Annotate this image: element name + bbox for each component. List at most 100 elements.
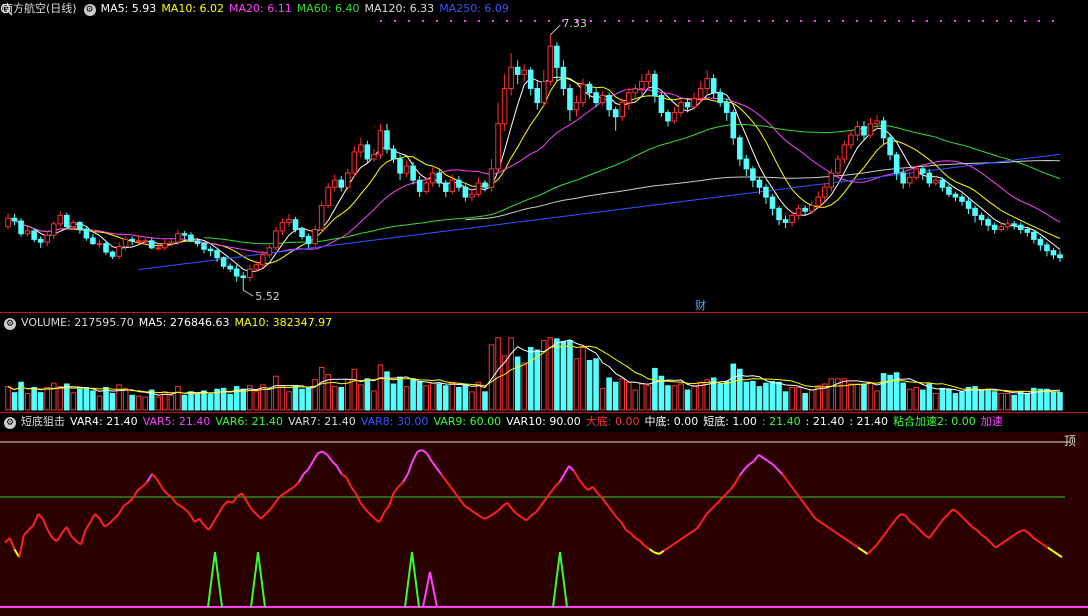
candle-body: [808, 205, 815, 212]
candle-body: [318, 205, 325, 230]
candle-body: [70, 221, 77, 228]
volume-bar: [57, 386, 64, 411]
top-dot: [884, 20, 886, 22]
volume-bar: [423, 385, 429, 411]
top-dot: [520, 20, 522, 22]
candle: [619, 98, 625, 121]
volume-bar: [5, 386, 11, 411]
candle-body: [37, 238, 44, 243]
top-dot: [688, 20, 690, 22]
volume-bar: [848, 383, 854, 411]
candle: [985, 216, 991, 231]
candle: [737, 135, 743, 167]
candle-body: [632, 88, 639, 94]
candle-body: [162, 243, 168, 249]
top-dot: [436, 20, 438, 22]
candle-body: [861, 126, 867, 136]
indicator-var-13: 粘合加速2: 0.00: [893, 415, 976, 428]
candle-body: [841, 144, 848, 160]
candle-body: [64, 214, 70, 228]
top-dot: [772, 20, 774, 22]
volume-bar: [691, 385, 697, 411]
candle: [286, 213, 292, 227]
candle: [573, 95, 580, 117]
volume-bar: [70, 392, 77, 411]
candle: [750, 166, 756, 188]
candle-body: [763, 186, 769, 198]
top-dot: [604, 20, 606, 22]
candle-body: [279, 221, 286, 232]
candle: [599, 91, 606, 106]
candle: [443, 180, 449, 198]
candle-body: [175, 233, 181, 243]
candle: [260, 250, 266, 268]
candle-body: [782, 219, 789, 223]
volume-settings-icon[interactable]: ⚙: [4, 318, 16, 330]
candle: [652, 70, 658, 103]
volume-bar: [135, 395, 142, 411]
candle: [403, 160, 410, 178]
indicator-var-11: : 21.40: [805, 415, 845, 428]
candle-body: [305, 236, 312, 245]
candle-body: [397, 158, 403, 174]
top-dot: [926, 20, 928, 22]
candle: [96, 239, 103, 248]
high-label: 7.33: [562, 17, 587, 30]
candle: [344, 168, 351, 191]
volume-bar: [632, 389, 639, 411]
candle-body: [985, 219, 991, 226]
candle: [959, 194, 965, 206]
candle: [377, 123, 384, 159]
volume-bar: [933, 393, 939, 411]
candle: [802, 205, 808, 216]
candle: [782, 215, 789, 229]
indicator-settings-icon[interactable]: ⚙: [4, 417, 16, 429]
volume-bar: [789, 386, 795, 411]
top-dot: [408, 20, 410, 22]
search-icon[interactable]: [0, 3, 13, 16]
candle-body: [854, 126, 861, 136]
candle-body: [103, 243, 109, 253]
candle-body: [972, 207, 978, 216]
candle-body: [364, 144, 371, 160]
candle-body: [410, 165, 416, 181]
volume-bar: [1011, 394, 1018, 411]
top-dot: [954, 20, 956, 22]
top-dot: [632, 20, 634, 22]
volume-ma10: MA10: 382347.97: [234, 316, 333, 329]
indicator-var-10: : 21.40: [761, 415, 801, 428]
candle: [808, 201, 815, 214]
top-dot: [1024, 20, 1026, 22]
candle-body: [220, 257, 227, 267]
top-dot: [940, 20, 942, 22]
volume-bar: [253, 391, 260, 411]
candle-body: [11, 217, 18, 222]
candle-body: [475, 182, 482, 195]
top-dot: [548, 20, 550, 22]
candle-body: [802, 207, 808, 212]
candle-body: [214, 250, 220, 259]
candle-body: [900, 172, 906, 184]
volume-bar: [514, 356, 521, 411]
volume-bar: [802, 393, 808, 411]
candle: [913, 166, 920, 181]
candle-body: [188, 234, 194, 242]
top-dot: [590, 20, 592, 22]
settings-gear-icon[interactable]: ⚙: [83, 4, 96, 16]
candle: [691, 92, 697, 110]
candle: [508, 53, 514, 96]
candle-body: [965, 200, 972, 209]
candle-body: [488, 168, 495, 188]
indicator-pane[interactable]: ⚙ 短底狙击 VAR4: 21.40 VAR5: 21.40 VAR6: 21.40 VA…: [0, 412, 1088, 616]
indicator-var-7: 大底: 0.00: [585, 415, 640, 428]
candle-body: [671, 111, 678, 122]
indicator-var-12: : 21.40: [849, 415, 889, 428]
volume-pane[interactable]: ⚙ VOLUME: 217595.70 MA5: 276846.63 MA10: 38…: [0, 312, 1088, 412]
volume-bar: [364, 378, 371, 411]
candle: [815, 191, 822, 209]
volume-bar: [358, 384, 364, 411]
price-chart-pane[interactable]: 南方航空(日线) ⚙ MA5: 5.93 MA10: 6.02 MA20: 6.11 MA…: [0, 0, 1088, 312]
candle: [795, 204, 802, 220]
top-dot: [800, 20, 802, 22]
volume-bar: [1050, 391, 1057, 411]
